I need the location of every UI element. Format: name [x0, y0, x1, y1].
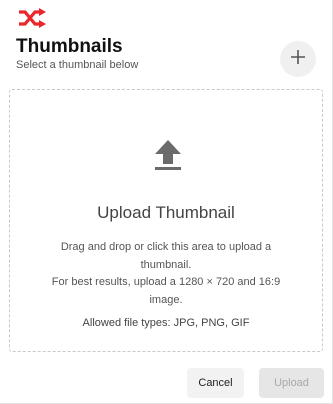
dialog-title: Thumbnails: [16, 36, 123, 57]
allowed-file-types: Allowed file types: JPG, PNG, GIF: [82, 317, 250, 329]
shuffle-icon: [17, 8, 47, 28]
add-thumbnail-button[interactable]: [280, 41, 316, 77]
upload-icon: [153, 138, 183, 172]
upload-button[interactable]: Upload: [259, 368, 324, 398]
plus-icon: [291, 49, 305, 69]
dialog-subtitle: Select a thumbnail below: [16, 59, 139, 71]
dropzone-description-line: Drag and drop or click this area to uplo…: [60, 241, 272, 271]
dropzone-heading: Upload Thumbnail: [97, 203, 235, 222]
thumbnail-dropzone[interactable]: Upload Thumbnail Drag and drop or click …: [9, 89, 323, 352]
thumbnails-dialog: Thumbnails Select a thumbnail below Uplo…: [0, 0, 333, 404]
cancel-button[interactable]: Cancel: [187, 368, 244, 398]
dropzone-description: Drag and drop or click this area to uplo…: [38, 239, 294, 309]
dropzone-description-line: For best results, upload a 1280 × 720 an…: [51, 276, 281, 306]
